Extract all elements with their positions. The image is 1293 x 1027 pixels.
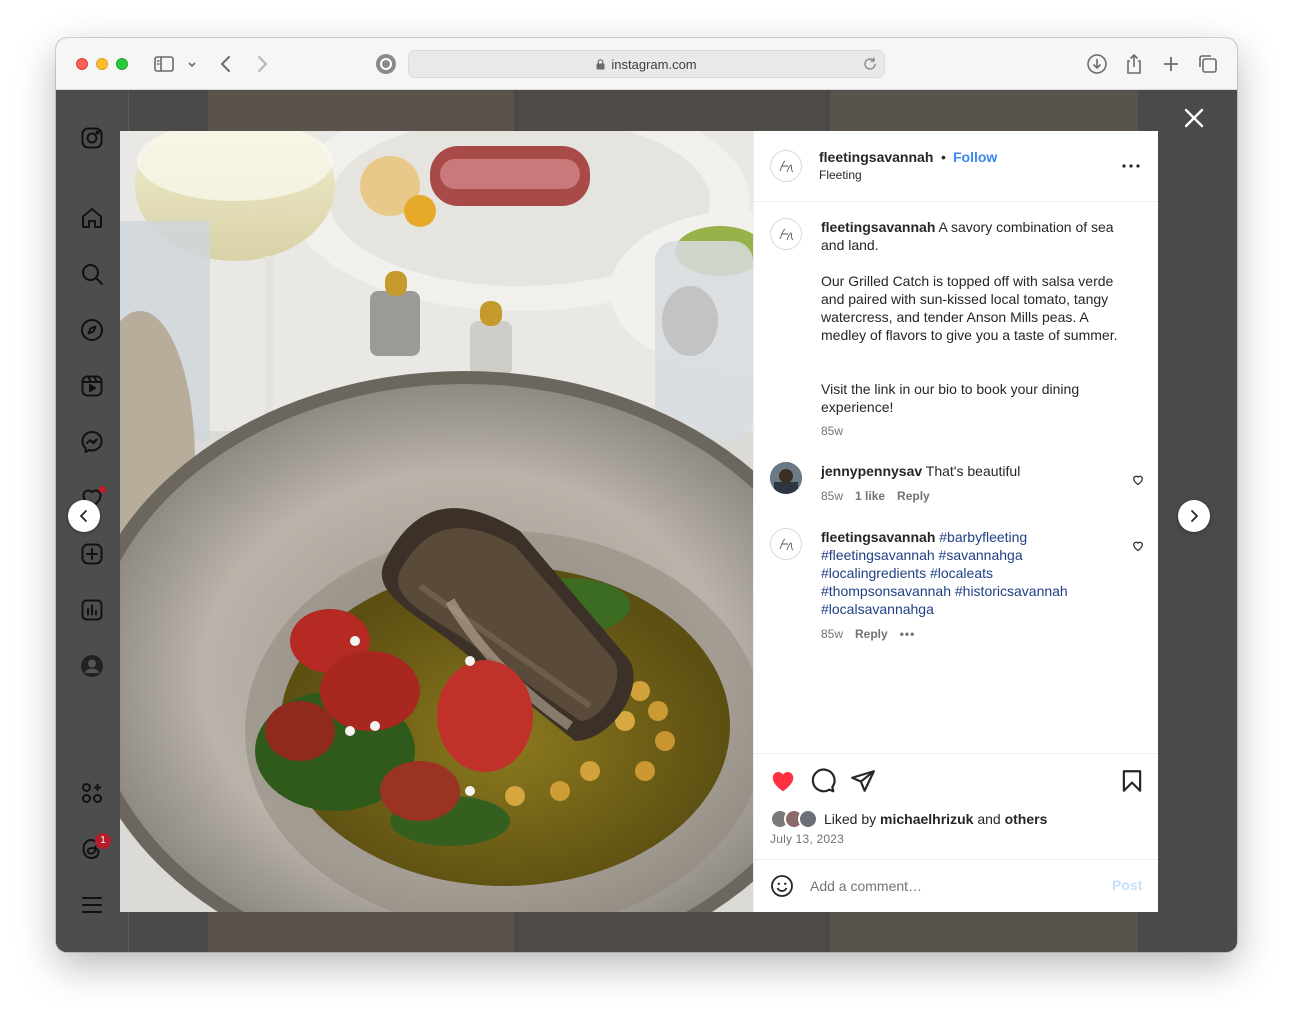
comment-meta: 85w Reply ••• [821,627,927,641]
back-icon[interactable] [214,52,238,76]
follow-button[interactable]: Follow [953,149,997,165]
url-text: instagram.com [409,57,884,72]
liker-avatar [798,809,818,829]
comment-like-icon[interactable] [1132,473,1144,486]
sidebar-icon[interactable] [152,52,176,76]
liked-by-text: Liked by michaelhrizuk and others [824,811,1047,827]
browser-toolbar: instagram.com [56,38,1237,90]
instagram-icon[interactable] [80,126,104,150]
dashboard-icon[interactable] [80,598,104,622]
post-modal: fleetingsavannah • Follow Fleeting fleet… [120,131,1158,912]
like-icon[interactable] [770,768,796,794]
author-avatar[interactable] [770,150,802,182]
also-from-meta-icon[interactable] [80,781,104,805]
chevron-left-icon [80,510,87,522]
post-comment-button[interactable]: Post [1112,877,1142,893]
page-content: 1 fleetingsavannah • Follow Fleeting fle… [56,90,1237,952]
close-window-button[interactable] [76,58,88,70]
emoji-icon[interactable] [770,874,794,898]
caption-username[interactable]: fleetingsavannah [821,219,935,235]
commenter-avatar[interactable] [770,528,802,560]
caption-avatar[interactable] [770,218,802,250]
explore-icon[interactable] [80,318,104,342]
comment-options-icon[interactable]: ••• [900,627,916,641]
tabs-overview-icon[interactable] [1196,52,1220,76]
caption-time: 85w [821,424,843,438]
comment-username[interactable]: fleetingsavannah [821,529,935,545]
more-options-icon[interactable] [1119,154,1143,178]
comment-meta: 85w 1 like Reply [821,489,942,503]
post-caption: fleetingsavannah A savory combination of… [821,218,1131,254]
share-post-icon[interactable] [850,768,876,794]
messenger-icon[interactable] [80,430,104,454]
profile-icon[interactable] [80,654,104,678]
chevron-down-icon[interactable] [184,52,200,76]
comment-like-icon[interactable] [1132,539,1144,552]
liked-by-user[interactable]: michaelhrizuk [880,811,973,827]
minimize-window-button[interactable] [96,58,108,70]
zoom-window-button[interactable] [116,58,128,70]
comment-likes[interactable]: 1 like [855,489,885,503]
search-icon[interactable] [80,262,104,286]
post-image [120,131,753,912]
comment-timestamp: 85w [821,489,844,503]
forward-icon[interactable] [250,52,274,76]
caption-paragraph: Visit the link in our bio to book your d… [821,381,1080,415]
url-label: instagram.com [611,57,697,72]
comment-icon[interactable] [810,768,836,794]
comment-timestamp: 85w [821,627,844,641]
close-modal-icon[interactable] [1183,107,1205,129]
reload-icon[interactable] [862,56,878,72]
comment-body: That's beautiful [925,463,1021,479]
reels-icon[interactable] [80,374,104,398]
notification-dot [99,486,106,493]
post-location[interactable]: Fleeting [819,168,862,182]
comment-text: jennypennysav That's beautiful [821,462,1131,480]
new-tab-icon[interactable] [1159,52,1183,76]
post-details-panel: fleetingsavannah • Follow Fleeting fleet… [753,131,1158,912]
save-bookmark-icon[interactable] [1119,768,1145,794]
liked-by-others[interactable]: others [1005,811,1048,827]
previous-post-button[interactable] [68,500,100,532]
post-date[interactable]: July 13, 2023 [770,832,844,846]
download-icon[interactable] [1085,52,1109,76]
browser-window: instagram.com 1 fleetingsavannah • Follo… [56,38,1237,952]
comment-username[interactable]: jennypennysav [821,463,922,479]
post-header: fleetingsavannah • Follow Fleeting [754,131,1158,202]
notification-badge: 1 [95,833,111,849]
author-username[interactable]: fleetingsavannah [819,149,933,165]
separator-dot: • [941,149,946,165]
comment-input[interactable] [810,874,1090,898]
menu-icon[interactable] [80,893,104,917]
share-icon[interactable] [1122,52,1146,76]
reply-button[interactable]: Reply [897,489,930,503]
liked-by-and: and [977,811,1001,827]
comments-section: fleetingsavannah A savory combination of… [754,202,1158,753]
next-post-button[interactable] [1178,500,1210,532]
caption-timestamp: 85w [821,424,844,438]
chevron-right-icon [1191,510,1198,522]
site-icon[interactable] [374,52,398,76]
address-bar[interactable]: instagram.com [408,50,885,78]
add-comment-bar: Post [754,859,1158,912]
liked-by-prefix: Liked by [824,811,877,827]
home-icon[interactable] [80,206,104,230]
create-icon[interactable] [80,542,104,566]
food-photo [120,131,753,912]
comment-text: fleetingsavannah #barbyfleeting #fleetin… [821,528,1101,618]
liked-by-avatars[interactable] [770,809,822,829]
lock-icon [596,59,605,70]
commenter-avatar[interactable] [770,462,802,494]
caption-paragraph: Our Grilled Catch is topped off with sal… [821,273,1118,343]
reply-button[interactable]: Reply [855,627,888,641]
post-actions: Liked by michaelhrizuk and others July 1… [754,753,1158,859]
